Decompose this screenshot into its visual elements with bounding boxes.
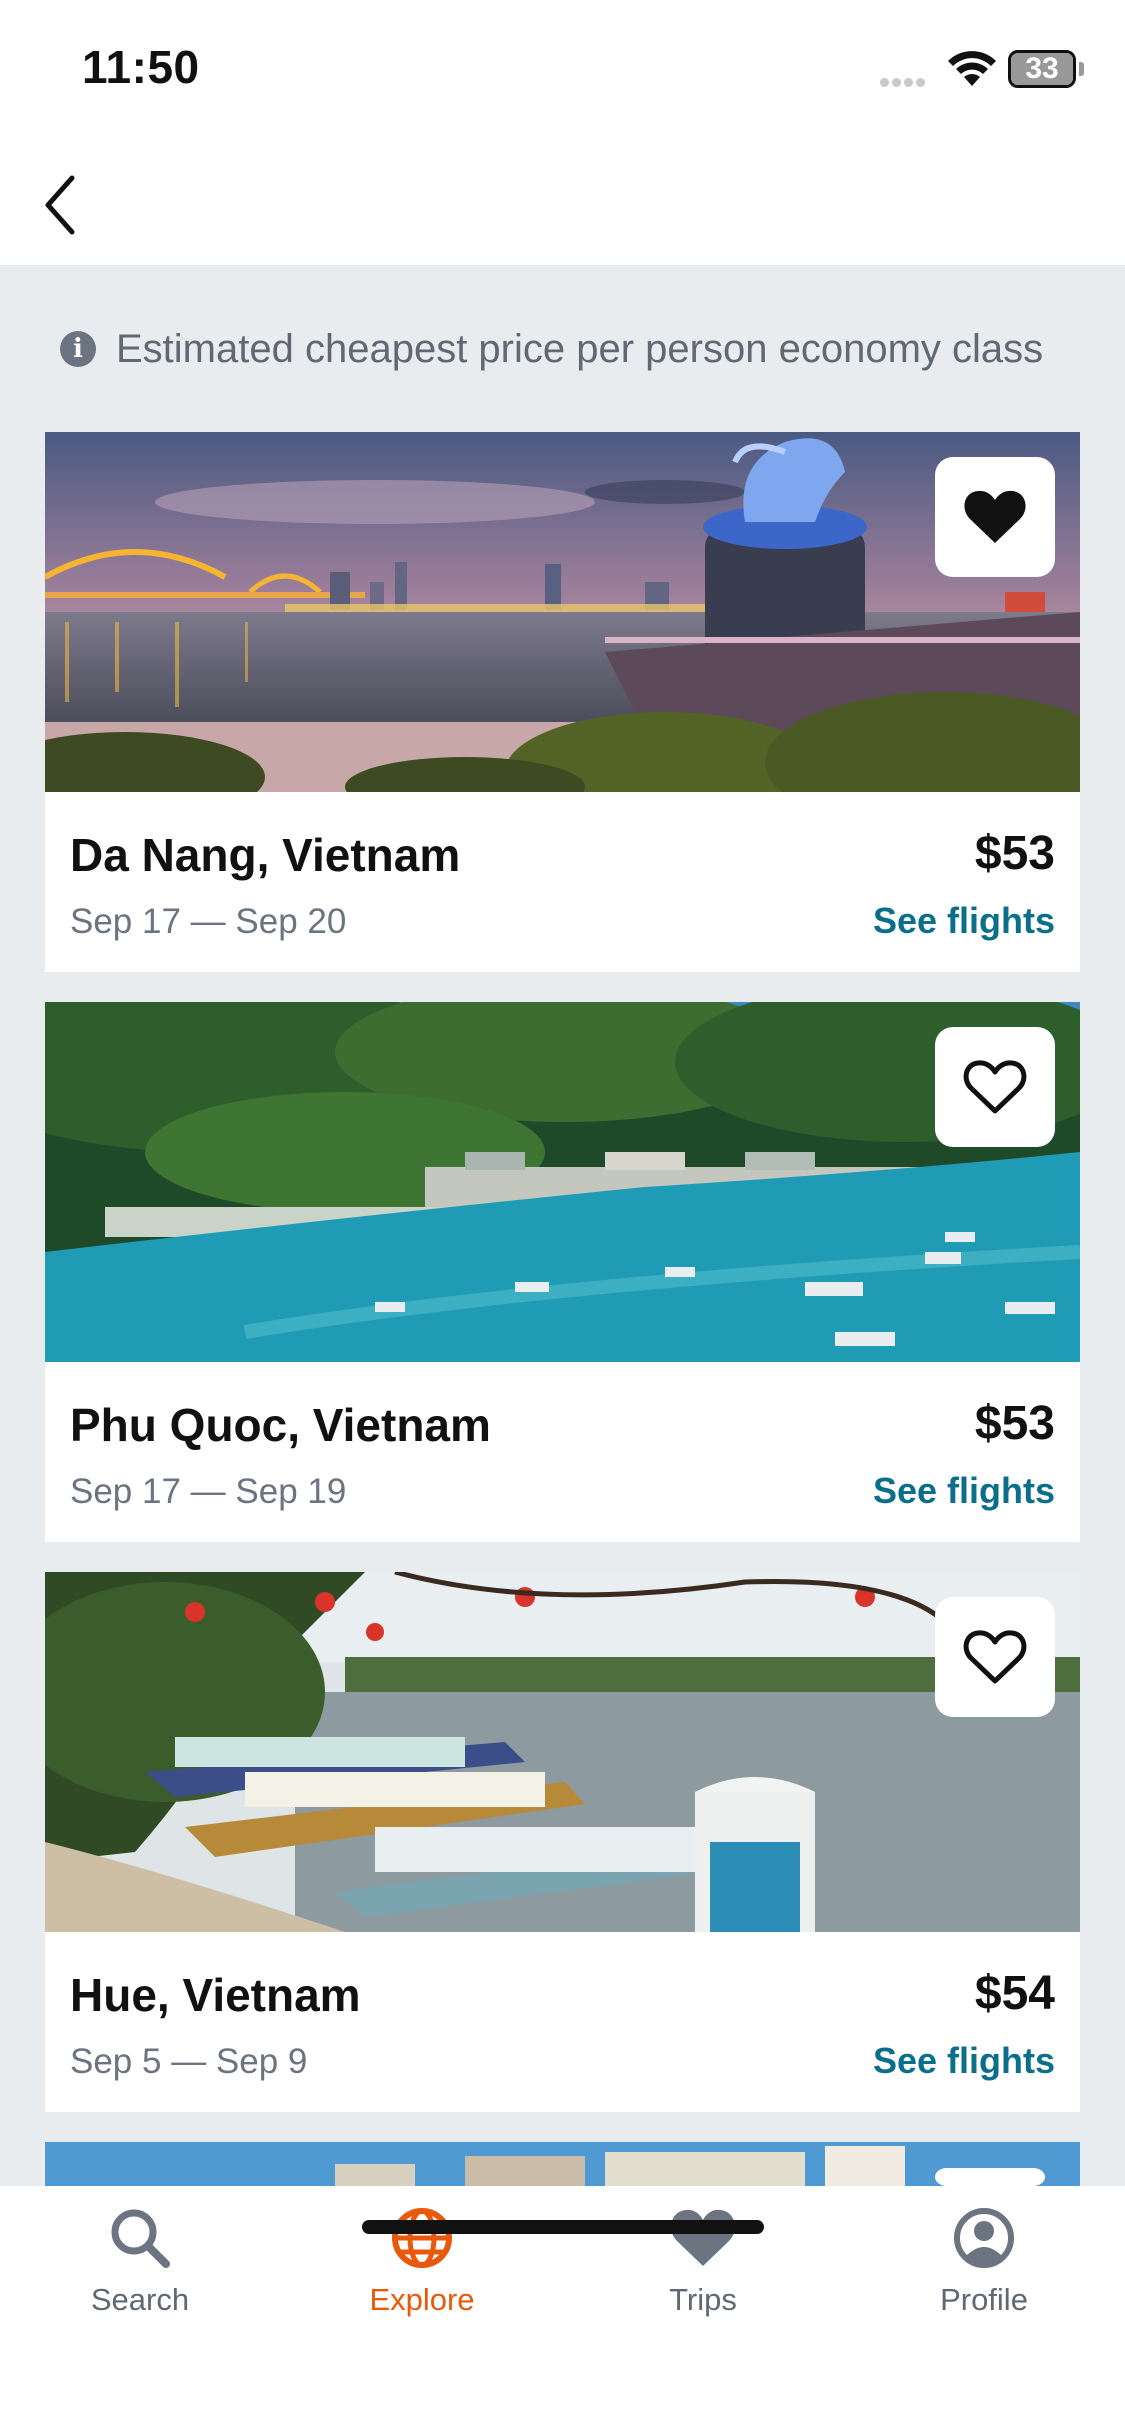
- destination-dates: Sep 17 — Sep 20: [70, 902, 347, 941]
- home-indicator: [362, 2220, 764, 2234]
- destination-details: Hue, Vietnam Sep 5 — Sep 9 $54 See fligh…: [45, 1932, 1080, 2112]
- tab-label: Search: [90, 2282, 190, 2317]
- price-info-text: Estimated cheapest price per person econ…: [116, 326, 1044, 371]
- status-bar: 11:50 33: [0, 0, 1125, 140]
- favorite-button[interactable]: [935, 1027, 1055, 1147]
- destination-dates: Sep 5 — Sep 9: [70, 2042, 308, 2081]
- see-flights-link[interactable]: See flights: [873, 1470, 1055, 1512]
- info-icon: i: [60, 331, 96, 367]
- tab-label: Profile: [940, 2282, 1028, 2317]
- back-button[interactable]: [30, 170, 90, 240]
- destination-price: $54: [974, 1967, 1055, 2020]
- destination-photo[interactable]: [45, 432, 1080, 792]
- heart-outline-icon: [963, 1630, 1027, 1684]
- profile-icon: [954, 2208, 1014, 2268]
- battery-icon: 33: [1008, 50, 1076, 88]
- destination-name: Hue, Vietnam: [70, 1969, 361, 2021]
- destination-card[interactable]: Phu Quoc, Vietnam Sep 17 — Sep 19 $53 Se…: [45, 1002, 1080, 1542]
- see-flights-link[interactable]: See flights: [873, 2040, 1055, 2082]
- destination-card[interactable]: [45, 2142, 1080, 2186]
- search-icon: [111, 2209, 170, 2268]
- tab-profile[interactable]: Profile: [884, 2206, 1084, 2346]
- nav-header: [0, 140, 1125, 265]
- destination-name: Da Nang, Vietnam: [70, 829, 461, 881]
- destination-photo[interactable]: [45, 2142, 1080, 2186]
- destination-dates: Sep 17 — Sep 19: [70, 1472, 347, 1511]
- destination-details: Phu Quoc, Vietnam Sep 17 — Sep 19 $53 Se…: [45, 1362, 1080, 1542]
- destination-details: Da Nang, Vietnam Sep 17 — Sep 20 $53 See…: [45, 792, 1080, 972]
- globe-icon: [392, 2208, 452, 2268]
- destination-card[interactable]: Da Nang, Vietnam Sep 17 — Sep 20 $53 See…: [45, 432, 1080, 972]
- cellular-signal-icon: [880, 74, 934, 87]
- destination-photo[interactable]: [45, 1572, 1080, 1932]
- battery-nub: [1079, 62, 1084, 76]
- heart-icon: [671, 2209, 735, 2266]
- destination-card[interactable]: Hue, Vietnam Sep 5 — Sep 9 $54 See fligh…: [45, 1572, 1080, 2112]
- favorite-button[interactable]: [935, 457, 1055, 577]
- see-flights-link[interactable]: See flights: [873, 900, 1055, 942]
- heart-outline-icon: [963, 1060, 1027, 1114]
- tab-label: Explore: [369, 2282, 475, 2317]
- destination-photo[interactable]: [45, 1002, 1080, 1362]
- chevron-left-icon: [45, 175, 75, 235]
- destination-name: Phu Quoc, Vietnam: [70, 1399, 491, 1451]
- wifi-icon: [948, 51, 996, 86]
- destination-price: $53: [974, 1397, 1055, 1450]
- battery-level: 33: [1025, 52, 1059, 85]
- tab-label: Trips: [669, 2282, 737, 2317]
- destination-price: $53: [974, 827, 1055, 880]
- status-time: 11:50: [82, 41, 200, 93]
- heart-filled-icon: [964, 490, 1026, 543]
- price-info-note: i Estimated cheapest price per person ec…: [60, 324, 1043, 374]
- tab-search[interactable]: Search: [40, 2206, 240, 2346]
- favorite-button[interactable]: [935, 1597, 1055, 1717]
